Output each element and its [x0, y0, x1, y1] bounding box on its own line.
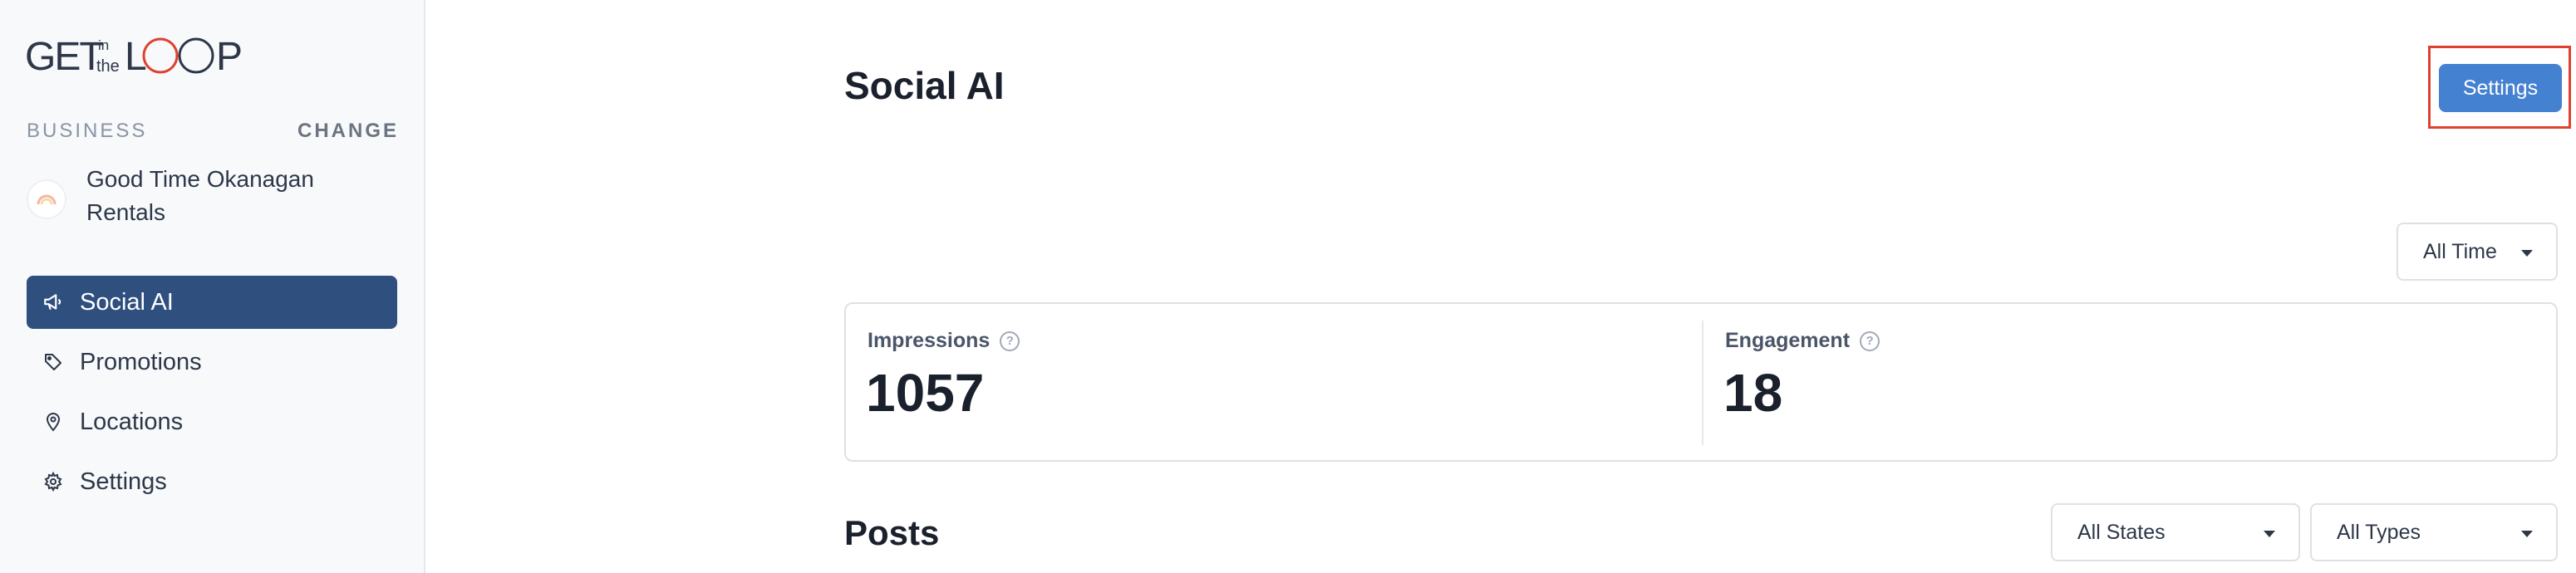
engagement-value: 18: [1723, 363, 1783, 423]
engagement-label: Engagement ?: [1725, 329, 1880, 353]
get-in-the-loop-logo[interactable]: GET in the L P: [25, 32, 249, 78]
chevron-down-icon: [2521, 250, 2533, 257]
time-range-value: All Time: [2423, 239, 2497, 263]
business-selector[interactable]: Good Time Okanagan Rentals: [27, 163, 392, 238]
posts-heading: Posts: [844, 513, 940, 552]
svg-text:in: in: [98, 37, 109, 53]
rainbow-logo-icon: [37, 194, 57, 205]
megaphone-icon: [27, 276, 80, 329]
business-avatar: [27, 179, 66, 219]
sidebar-item-locations[interactable]: Locations: [27, 395, 397, 448]
type-filter-dropdown[interactable]: All Types: [2310, 503, 2558, 561]
chevron-down-icon: [2264, 531, 2275, 537]
stats-panel: Impressions ? 1057 Engagement ? 18: [844, 302, 2558, 462]
sidebar-item-label: Social AI: [80, 288, 174, 316]
sidebar-item-settings[interactable]: Settings: [27, 455, 397, 508]
impressions-stat: Impressions ? 1057: [846, 304, 1702, 460]
gear-icon: [27, 455, 80, 508]
sidebar-item-label: Locations: [80, 408, 184, 435]
impressions-value: 1057: [866, 363, 985, 423]
map-pin-icon: [27, 395, 80, 448]
business-label: BUSINESS: [27, 120, 148, 142]
help-icon[interactable]: ?: [1860, 331, 1880, 351]
impressions-label: Impressions ?: [868, 329, 1020, 353]
business-name: Good Time Okanagan Rentals: [86, 166, 314, 225]
state-filter-value: All States: [2077, 520, 2166, 544]
tag-icon: [27, 335, 80, 389]
help-icon[interactable]: ?: [1000, 331, 1020, 351]
engagement-stat: Engagement ? 18: [1703, 304, 2558, 460]
sidebar-nav: Social AI Promotions Locations Settings: [27, 276, 397, 515]
state-filter-dropdown[interactable]: All States: [2051, 503, 2300, 561]
time-range-dropdown[interactable]: All Time: [2397, 223, 2558, 281]
sidebar-item-social-ai[interactable]: Social AI: [27, 276, 397, 329]
svg-text:the: the: [96, 57, 120, 76]
change-business-link[interactable]: CHANGE: [297, 120, 399, 143]
sidebar-item-label: Settings: [80, 468, 167, 495]
settings-button[interactable]: Settings: [2439, 64, 2562, 112]
page-title: Social AI: [844, 64, 1005, 107]
sidebar: GET in the L P BUSINESS CHANGE Good Time…: [0, 0, 425, 573]
stat-label-text: Impressions: [868, 329, 991, 352]
chevron-down-icon: [2521, 531, 2533, 537]
settings-button-highlight: Settings: [2428, 46, 2571, 129]
sidebar-item-promotions[interactable]: Promotions: [27, 335, 397, 389]
sidebar-item-label: Promotions: [80, 348, 202, 375]
svg-text:GET: GET: [25, 35, 103, 78]
type-filter-value: All Types: [2337, 520, 2421, 544]
stat-label-text: Engagement: [1725, 329, 1851, 352]
svg-text:P: P: [216, 35, 243, 78]
